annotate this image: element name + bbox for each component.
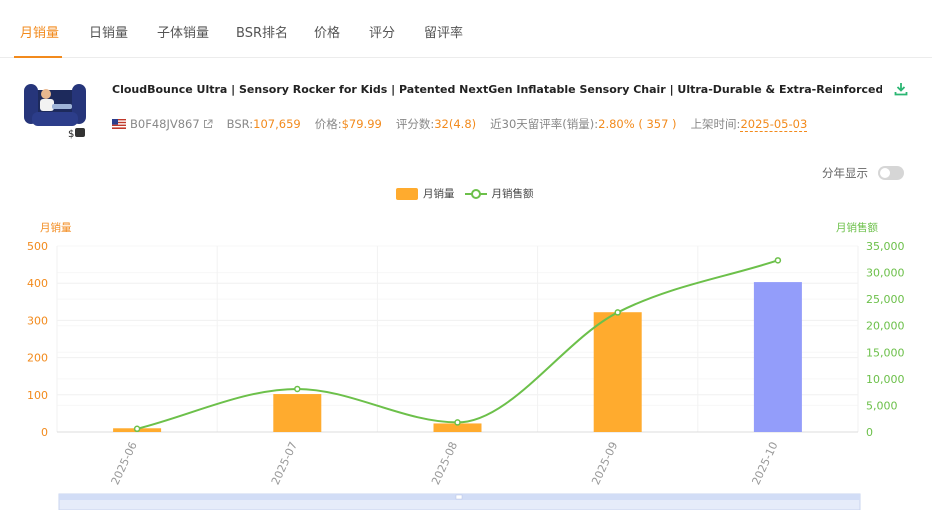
revenue-line (136, 259, 779, 430)
legend-label-monthly-sales: 月销量 (423, 188, 455, 200)
bsr-item: BSR: 107,659 (227, 117, 301, 131)
active-tab-indicator (14, 56, 62, 58)
zoom-slider (58, 493, 861, 510)
left-tick-label: 0 (41, 426, 48, 439)
tab-variant-sales[interactable]: 子体销量 (157, 22, 209, 41)
right-tick-label: 5,000 (866, 399, 898, 412)
tab-monthly-sales[interactable]: 月销量 (20, 22, 59, 41)
sales-chart: 0 100 200 300 400 500 0 5,000 10,000 15,000 20,000… (27, 240, 905, 510)
bsr-value: 107,659 (253, 117, 301, 131)
listed-date-label: 上架时间: (690, 117, 741, 131)
left-tick-label: 300 (27, 314, 48, 327)
tab-price[interactable]: 价格 (314, 22, 340, 41)
right-tick-label: 25,000 (866, 293, 905, 306)
listed-date-item: 上架时间: 2025-05-03 (691, 116, 808, 132)
x-tick-label: 2025-09 (589, 440, 620, 487)
bar-series (113, 282, 802, 432)
bar-2025-10 (753, 282, 802, 432)
review-rate-value: 2.80% ( 357 ) (598, 117, 677, 131)
rating-value: 32(4.8) (434, 117, 477, 131)
listed-date-value[interactable]: 2025-05-03 (740, 117, 808, 132)
download-icon[interactable] (894, 82, 908, 96)
toggle-knob (880, 168, 890, 178)
svg-text:$: $ (68, 129, 74, 140)
price-value: $79.99 (341, 117, 382, 131)
product-meta: B0F48JV867 BSR: 107,659 价格: $79.99 评分数: … (112, 116, 821, 132)
right-tick-label: 20,000 (866, 320, 905, 333)
right-tick-label: 35,000 (866, 240, 905, 253)
product-card: $ CloudBounce Ultra | Sensory Rocker for… (18, 72, 924, 144)
right-tick-label: 0 (866, 426, 873, 439)
chart-legend: 月销量 月销售额 (396, 186, 544, 201)
review-rate-label: 近30天留评率(销量): (490, 117, 599, 131)
left-tick-label: 500 (27, 240, 48, 253)
asin-item: B0F48JV867 (112, 117, 213, 131)
zoom-slider-handle (455, 494, 463, 500)
bar-2025-07 (273, 394, 322, 432)
x-tick-label: 2025-08 (429, 440, 460, 487)
price-item: 价格: $79.99 (315, 116, 382, 132)
bsr-label: BSR: (226, 117, 254, 131)
revenue-point-2025-08 (454, 419, 461, 426)
rating-label: 评分数: (395, 117, 435, 131)
left-tick-label: 100 (27, 389, 48, 402)
legend-label-monthly-revenue: 月销售额 (491, 188, 534, 200)
left-tick-label: 200 (27, 352, 48, 365)
external-link-icon[interactable] (203, 119, 213, 129)
tab-rating[interactable]: 评分 (369, 22, 395, 41)
tab-bar: 月销量 日销量 子体销量 BSR排名 价格 评分 留评率 (0, 0, 932, 58)
asin-value[interactable]: B0F48JV867 (130, 117, 200, 131)
left-tick-label: 400 (27, 277, 48, 290)
legend-item-monthly-sales[interactable]: 月销量 (396, 186, 455, 201)
x-tick-label: 2025-07 (269, 440, 300, 487)
tab-daily-sales[interactable]: 日销量 (89, 22, 128, 41)
review-rate-item: 近30天留评率(销量): 2.80% ( 357 ) (490, 116, 676, 132)
price-label: 价格: (314, 117, 342, 131)
revenue-point-2025-07 (294, 385, 301, 393)
tab-bsr-rank[interactable]: BSR排名 (236, 22, 288, 41)
bar-2025-09 (593, 312, 642, 432)
us-flag-icon (112, 119, 126, 129)
year-toggle-switch[interactable] (878, 166, 904, 180)
legend-item-monthly-revenue[interactable]: 月销售额 (464, 186, 534, 201)
right-tick-label: 30,000 (866, 267, 905, 280)
right-tick-label: 10,000 (866, 373, 905, 386)
right-tick-label: 15,000 (866, 346, 905, 359)
product-thumbnail[interactable]: $ (22, 76, 90, 140)
rating-item: 评分数: 32(4.8) (396, 116, 476, 132)
revenue-point-2025-10 (774, 257, 782, 264)
year-toggle-label: 分年显示 (822, 166, 868, 180)
product-title[interactable]: CloudBounce Ultra | Sensory Rocker for K… (112, 83, 882, 96)
x-tick-label: 2025-10 (749, 440, 780, 487)
legend-bar-swatch (396, 187, 418, 200)
year-toggle-control: 分年显示 (822, 165, 904, 181)
revenue-point-2025-09 (614, 309, 621, 316)
x-tick-label: 2025-06 (109, 440, 140, 487)
chart-grid (56, 245, 859, 433)
tab-review-rate[interactable]: 留评率 (424, 22, 463, 41)
revenue-point-2025-06 (133, 425, 141, 433)
legend-line-swatch (464, 188, 487, 199)
